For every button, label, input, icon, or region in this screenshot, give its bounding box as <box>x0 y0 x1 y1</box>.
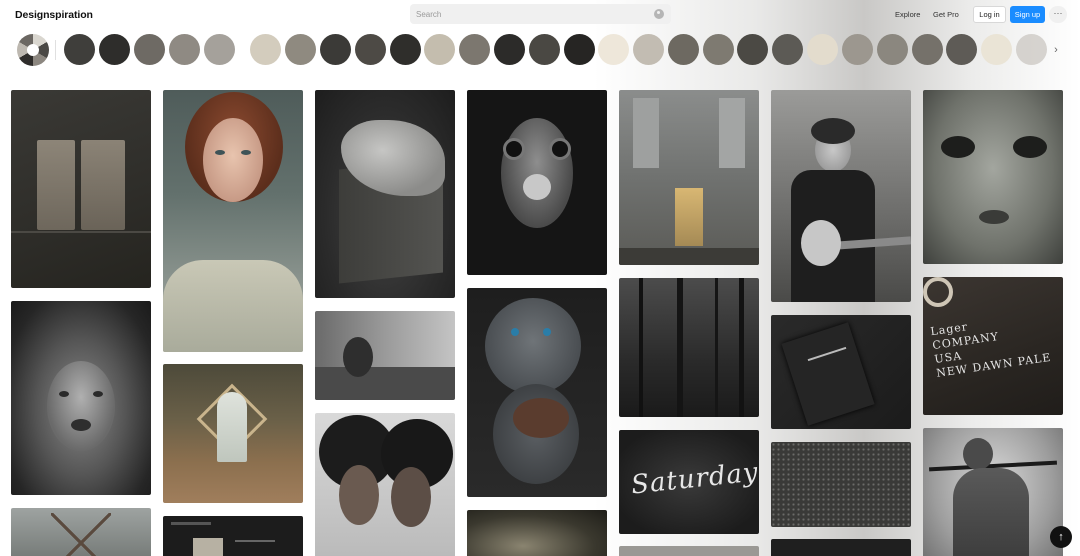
website-image <box>193 538 223 556</box>
pin-misty-forest[interactable] <box>619 278 759 417</box>
face-eye-right <box>1013 136 1047 158</box>
lion-eye-left <box>59 391 69 397</box>
person-head <box>963 438 993 470</box>
pin-two-women-portrait[interactable] <box>315 413 455 556</box>
woman-face <box>203 118 263 202</box>
ghost-figure <box>217 392 247 462</box>
pin-hairless-dog[interactable] <box>467 90 607 275</box>
pin-textured-fabric[interactable] <box>771 442 911 527</box>
textile-panel-left <box>37 140 75 230</box>
woman-dress <box>163 260 303 352</box>
pin-partial-bottom-2[interactable] <box>771 539 911 556</box>
pin-portrait-woman[interactable] <box>163 90 303 352</box>
pin-woven-textile[interactable] <box>11 90 151 288</box>
pin-puppy[interactable] <box>467 288 607 497</box>
tree-trunk-2 <box>677 278 683 417</box>
dog-snout <box>523 174 551 200</box>
rope-coil <box>923 277 953 307</box>
pews <box>619 248 759 265</box>
website-nav <box>171 522 211 525</box>
lager-label-text: Lager COMPANY USA NEW DAWN PALE <box>930 309 1053 381</box>
pin-partial-bottom-1[interactable] <box>619 546 759 556</box>
dog-head <box>501 118 573 228</box>
pin-woman-with-ropes[interactable] <box>315 311 455 400</box>
lion-face <box>47 361 115 451</box>
musician-hair <box>811 118 855 144</box>
textile-stitch-line <box>11 231 151 233</box>
face-right <box>391 467 431 527</box>
rope-floor <box>315 367 455 400</box>
holding-hand <box>513 398 569 438</box>
guitar-body <box>801 220 841 266</box>
pin-website-screen[interactable] <box>163 516 303 556</box>
lion-nose <box>71 419 91 431</box>
scroll-to-top-button[interactable]: ↑ <box>1050 526 1072 548</box>
saturday-text: Saturday <box>629 457 759 501</box>
tree-trunk-4 <box>739 278 744 417</box>
woman-eye-right <box>241 150 251 155</box>
pin-lager-label-wood[interactable]: Lager COMPANY USA NEW DAWN PALE <box>923 277 1063 415</box>
face-mouth <box>979 210 1009 224</box>
pin-paper-sculpture[interactable] <box>315 90 455 298</box>
pin-ghost-frame-forest[interactable] <box>163 364 303 503</box>
pin-person-with-sword[interactable] <box>923 428 1063 556</box>
puppy-eye-right <box>543 328 551 336</box>
pin-a-frame-cabin[interactable] <box>11 508 151 556</box>
pin-dark-stationery[interactable] <box>771 315 911 429</box>
pin-lion[interactable] <box>11 301 151 495</box>
person-back <box>953 468 1029 556</box>
dog-eye-right <box>549 138 571 160</box>
altar <box>675 188 703 246</box>
tree-trunk-3 <box>715 278 718 417</box>
website-text <box>235 540 275 542</box>
face-left <box>339 465 379 525</box>
face-eye-left <box>941 136 975 158</box>
stationery-card <box>781 322 875 426</box>
pin-saturday-lettering[interactable]: Saturday <box>619 430 759 534</box>
puppy-head <box>485 298 581 394</box>
concrete-pillar-right <box>719 98 745 168</box>
concrete-pillar-left <box>633 98 659 168</box>
pin-cathedral-interior[interactable] <box>619 90 759 265</box>
cabin-frame <box>51 513 111 556</box>
rope-figure <box>343 337 373 377</box>
tree-trunk-1 <box>639 278 643 417</box>
lion-eye-right <box>93 391 103 397</box>
dog-eye-left <box>503 138 525 160</box>
woman-eye-left <box>215 150 225 155</box>
pin-grid: Saturday Lager COMPANY USA NEW DAWN PALE <box>0 0 1080 556</box>
pin-musician-guitar[interactable] <box>771 90 911 302</box>
pin-floral-dark[interactable] <box>467 510 607 556</box>
puppy-eye-left <box>511 328 519 336</box>
textile-panel-right <box>81 140 125 230</box>
pin-face-closeup[interactable] <box>923 90 1063 264</box>
